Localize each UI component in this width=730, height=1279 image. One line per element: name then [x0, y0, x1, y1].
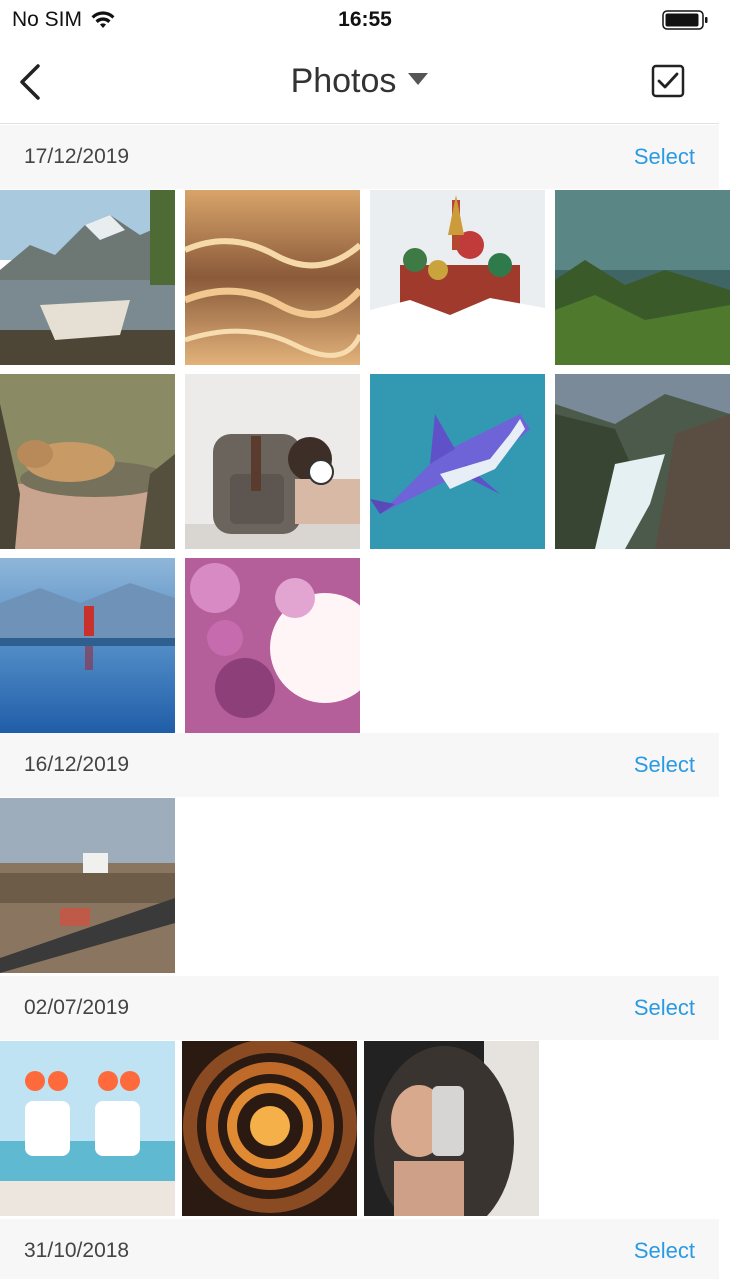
section-header: 02/07/2019 Select: [0, 976, 719, 1040]
caret-down-icon: [408, 73, 429, 86]
section-date: 02/07/2019: [24, 996, 130, 1019]
photo-thumbnail[interactable]: [185, 374, 360, 549]
photo-thumbnail[interactable]: [555, 190, 730, 365]
photo-thumbnail[interactable]: [555, 374, 730, 549]
photo-thumbnail[interactable]: [0, 374, 175, 549]
photo-thumbnail[interactable]: [370, 190, 545, 365]
select-button[interactable]: Select: [634, 995, 695, 1021]
section-header: 16/12/2019 Select: [0, 733, 719, 797]
photo-thumbnail[interactable]: [370, 374, 545, 549]
select-button[interactable]: Select: [634, 752, 695, 778]
photo-thumbnail[interactable]: [182, 1041, 357, 1216]
section-date: 17/12/2019: [24, 145, 130, 168]
photo-thumbnail[interactable]: [0, 1041, 175, 1216]
status-time: 16:55: [338, 8, 392, 31]
photo-thumbnail[interactable]: [185, 190, 360, 365]
section-header: 31/10/2018 Select: [0, 1219, 719, 1279]
page-title: Photos: [290, 62, 397, 100]
status-bar: No SIM 16:55: [0, 0, 730, 40]
photo-thumbnail[interactable]: [0, 798, 175, 973]
section-date: 16/12/2019: [24, 753, 130, 776]
navigation-bar: Photos: [0, 40, 719, 124]
section-date: 31/10/2018: [24, 1239, 130, 1262]
select-button[interactable]: Select: [634, 144, 695, 170]
photo-thumbnail[interactable]: [0, 558, 175, 733]
battery-icon: [662, 10, 708, 30]
photo-thumbnail[interactable]: [0, 190, 175, 365]
section-header: 17/12/2019 Select: [0, 125, 719, 189]
checkbox-checked-icon[interactable]: [651, 64, 685, 98]
photo-thumbnail[interactable]: [364, 1041, 539, 1216]
select-button[interactable]: Select: [634, 1238, 695, 1264]
album-title-dropdown[interactable]: Photos: [0, 62, 719, 101]
photo-thumbnail[interactable]: [185, 558, 360, 733]
